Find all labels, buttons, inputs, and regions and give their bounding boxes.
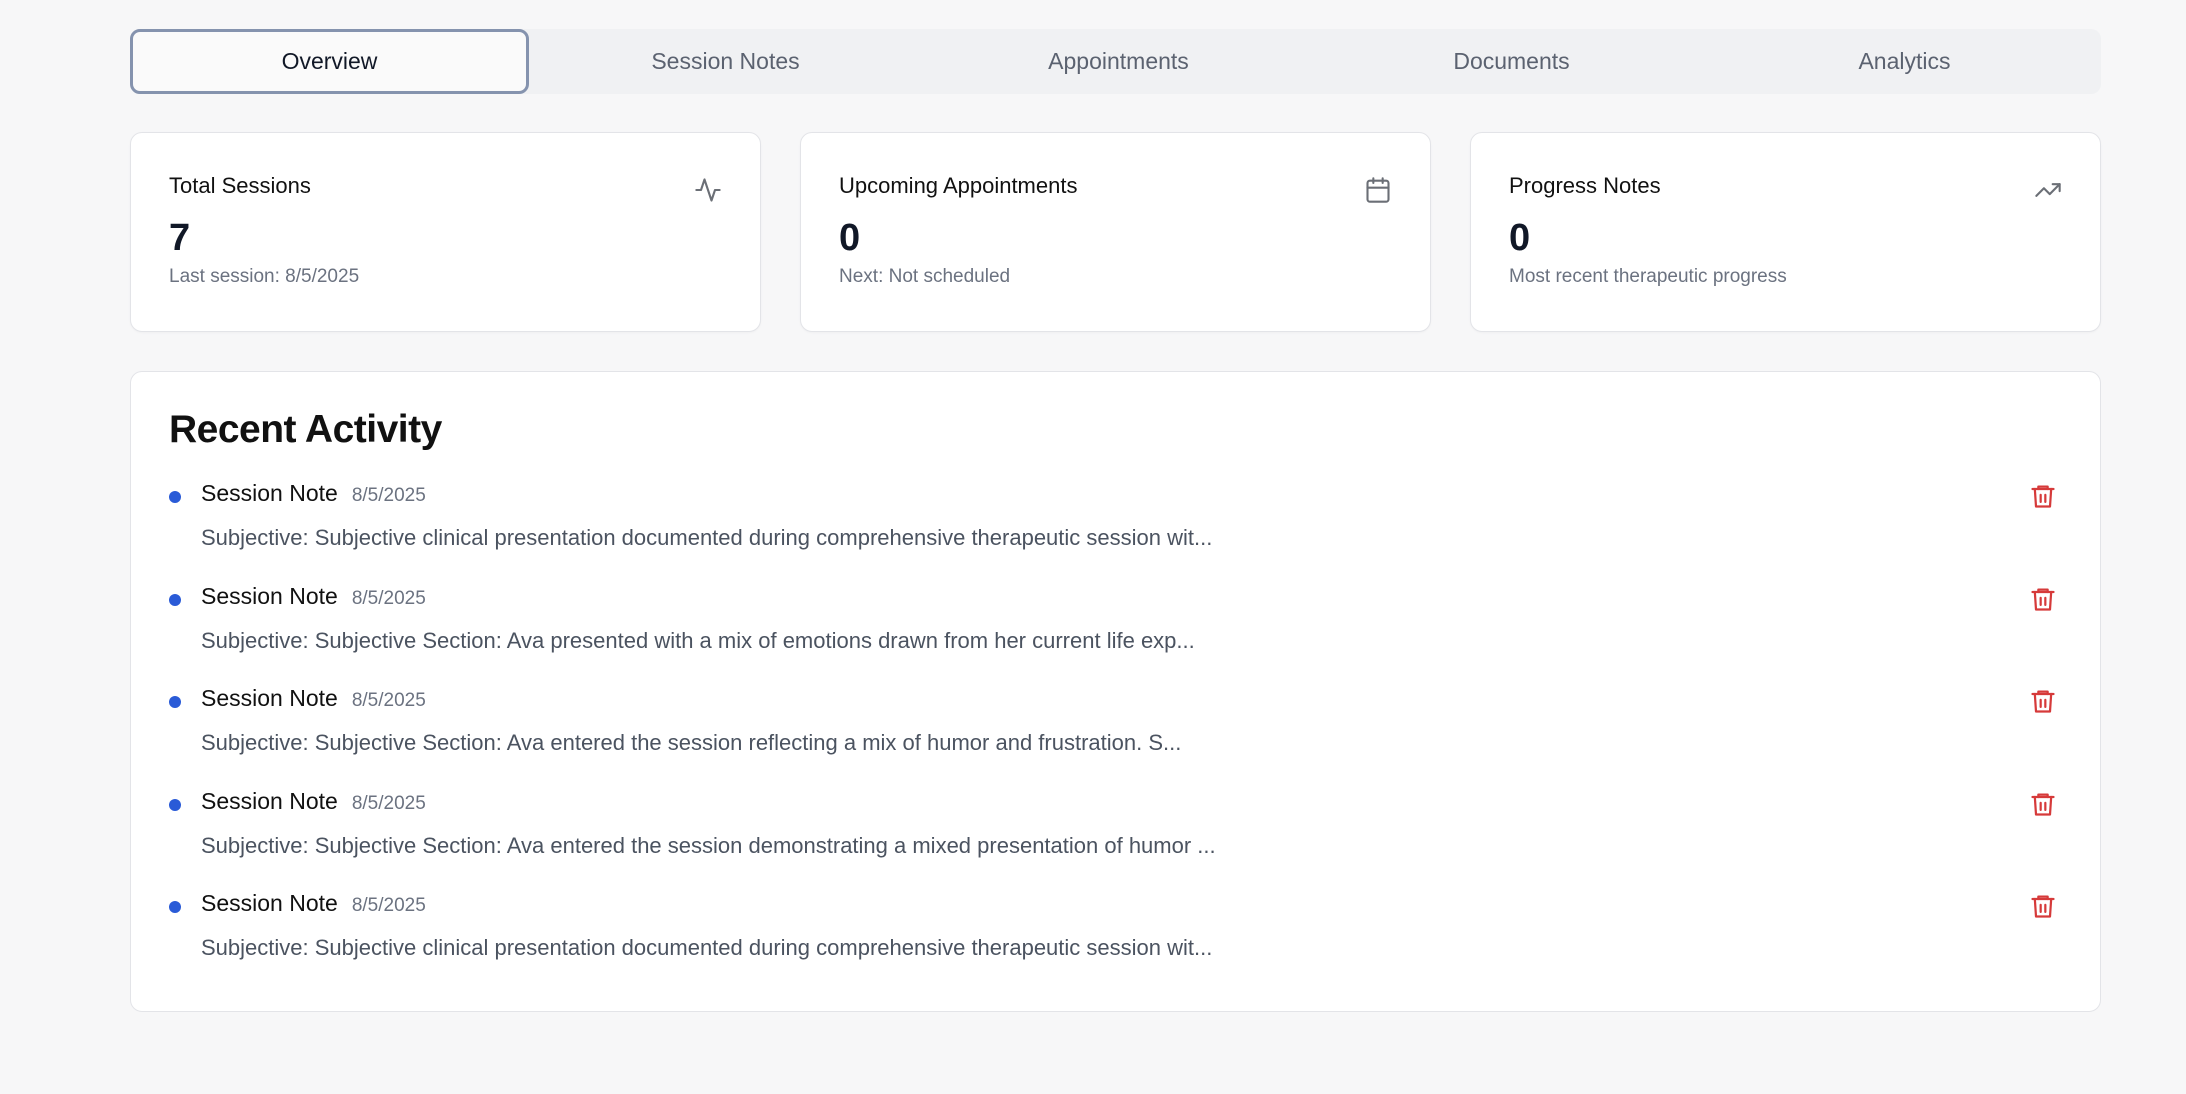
card-subtitle: Next: Not scheduled	[839, 266, 1011, 287]
bullet-dot-icon	[169, 491, 181, 503]
bullet-dot-icon	[169, 901, 181, 913]
bullet-dot-icon	[169, 798, 181, 811]
tab-analytics[interactable]: Analytics	[1708, 29, 2101, 94]
item-title: Session Note	[201, 685, 338, 711]
item-preview: Subjective: Subjective Section: Ava ente…	[201, 730, 1182, 755]
list-item[interactable]: Session Note 8/5/2025 Subjective: Subjec…	[169, 685, 2062, 788]
trash-icon[interactable]	[2029, 686, 2057, 716]
item-preview: Subjective: Subjective clinical presenta…	[201, 935, 1213, 960]
item-title: Session Note	[201, 787, 338, 814]
trash-icon[interactable]	[2029, 891, 2057, 921]
item-title: Session Note	[201, 480, 338, 506]
tab-appointments[interactable]: Appointments	[922, 29, 1315, 94]
tab-bar: Overview Session Notes Appointments Docu…	[130, 29, 2101, 94]
card-title: Upcoming Appointments	[839, 173, 1078, 198]
activity-list: Session Note 8/5/2025 Subjective: Subjec…	[169, 480, 2062, 993]
card-value: 7	[169, 217, 191, 259]
total-sessions-card: Total Sessions 7 Last session: 8/5/2025	[130, 132, 761, 332]
recent-activity-title: Recent Activity	[169, 408, 442, 451]
bullet-dot-icon	[169, 593, 181, 606]
progress-notes-card: Progress Notes 0 Most recent therapeutic…	[1470, 132, 2101, 332]
bullet-dot-icon	[169, 696, 181, 708]
card-value: 0	[839, 217, 861, 259]
card-title: Total Sessions	[169, 173, 311, 198]
activity-icon	[695, 178, 721, 202]
list-item[interactable]: Session Note 8/5/2025 Subjective: Subjec…	[169, 890, 2062, 993]
stat-cards: Total Sessions 7 Last session: 8/5/2025 …	[130, 132, 2101, 332]
client-overview: Overview Session Notes Appointments Docu…	[130, 29, 2101, 1012]
item-date: 8/5/2025	[351, 895, 426, 916]
card-title: Progress Notes	[1509, 173, 1661, 198]
trending-up-icon	[2035, 183, 2061, 197]
trash-icon[interactable]	[2029, 584, 2057, 614]
tab-session-notes[interactable]: Session Notes	[529, 29, 922, 94]
list-item[interactable]: Session Note 8/5/2025 Subjective: Subjec…	[169, 788, 2062, 891]
card-subtitle: Last session: 8/5/2025	[169, 266, 360, 287]
tab-overview[interactable]: Overview	[130, 29, 529, 94]
item-preview: Subjective: Subjective Section: Ava pres…	[201, 627, 1195, 653]
item-date: 8/5/2025	[351, 587, 426, 609]
list-item[interactable]: Session Note 8/5/2025 Subjective: Subjec…	[169, 480, 2062, 583]
item-date: 8/5/2025	[351, 690, 426, 711]
item-preview: Subjective: Subjective clinical presenta…	[201, 525, 1213, 550]
card-subtitle: Most recent therapeutic progress	[1509, 266, 1787, 287]
item-date: 8/5/2025	[351, 792, 426, 814]
calendar-icon	[1366, 177, 1390, 203]
trash-icon[interactable]	[2029, 789, 2057, 819]
list-item[interactable]: Session Note 8/5/2025 Subjective: Subjec…	[169, 583, 2062, 686]
card-value: 0	[1509, 217, 1531, 259]
item-preview: Subjective: Subjective Section: Ava ente…	[201, 832, 1216, 858]
trash-icon[interactable]	[2029, 481, 2057, 511]
tab-documents[interactable]: Documents	[1315, 29, 1708, 94]
item-title: Session Note	[201, 890, 338, 916]
item-date: 8/5/2025	[351, 485, 426, 506]
upcoming-appointments-card: Upcoming Appointments 0 Next: Not schedu…	[800, 132, 1431, 332]
recent-activity-panel: Recent Activity Session Note 8/5/2025 Su…	[130, 371, 2101, 1012]
item-title: Session Note	[201, 582, 338, 609]
